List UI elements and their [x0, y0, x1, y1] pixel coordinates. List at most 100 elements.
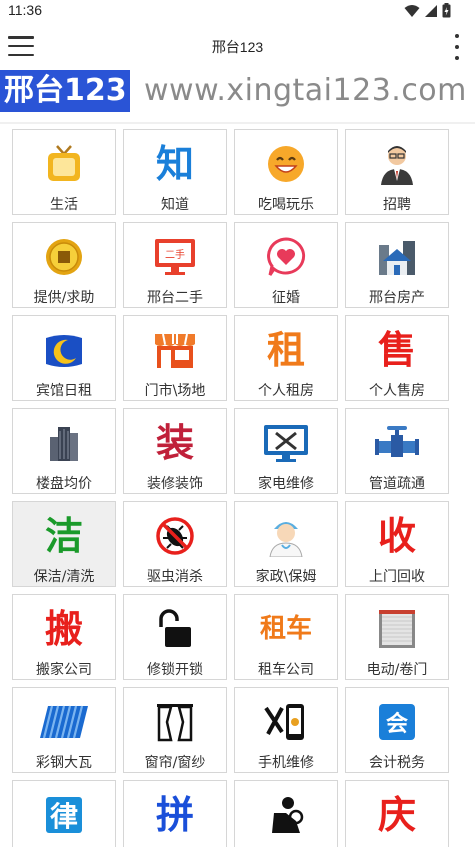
battery-icon	[442, 3, 451, 18]
category-label: 邢台房产	[369, 290, 425, 306]
category-label: 家电维修	[258, 476, 314, 492]
category-item[interactable]: 会会计税务	[345, 687, 449, 773]
category-item[interactable]: 窗帘/窗纱	[123, 687, 227, 773]
category-item[interactable]: 收上门回收	[345, 501, 449, 587]
category-label: 生活	[50, 197, 78, 213]
moon-pillow-icon	[13, 328, 115, 372]
divider	[0, 122, 475, 124]
category-item[interactable]: 驱虫消杀	[123, 501, 227, 587]
storefront-icon	[124, 328, 226, 372]
category-item[interactable]: 知知道	[123, 129, 227, 215]
category-label: 修锁开锁	[147, 662, 203, 678]
shou-recycle-glyph-icon: 收	[377, 514, 416, 558]
status-icons	[404, 3, 451, 18]
page-title: 邢台123	[211, 39, 264, 55]
signal-icon	[425, 4, 437, 17]
qing-glyph-icon: 庆	[377, 793, 416, 837]
category-item[interactable]: 洁保洁/清洗	[12, 501, 116, 587]
house-buildings-icon	[346, 235, 448, 279]
category-item[interactable]: 售个人售房	[345, 315, 449, 401]
shou-glyph-icon: 售	[377, 328, 416, 372]
category-label: 门市\场地	[144, 383, 206, 399]
category-label: 家政\保姆	[255, 569, 317, 585]
category-label: 装修装饰	[147, 476, 203, 492]
svg-text:会: 会	[386, 711, 408, 737]
category-item[interactable]: 装装修装饰	[123, 408, 227, 494]
category-label: 搬家公司	[36, 662, 92, 678]
category-label: 征婚	[272, 290, 300, 306]
category-item[interactable]: 吃喝玩乐	[234, 129, 338, 215]
category-item[interactable]: 招聘	[345, 129, 449, 215]
category-item[interactable]: 征婚	[234, 222, 338, 308]
skyscraper-icon	[13, 421, 115, 465]
monitor-tools-icon	[235, 421, 337, 465]
wifi-icon	[404, 4, 420, 17]
category-item[interactable]: 手机维修	[234, 687, 338, 773]
category-item[interactable]: 电动/卷门	[345, 594, 449, 680]
category-item[interactable]: 生活	[12, 129, 116, 215]
category-label: 个人售房	[369, 383, 425, 399]
category-label: 管道疏通	[369, 476, 425, 492]
category-item[interactable]: 管道疏通	[345, 408, 449, 494]
zuche-glyph-icon: 租车	[259, 614, 312, 644]
app-bar: 邢台123	[0, 22, 475, 70]
smile-face-icon	[235, 142, 337, 186]
category-item[interactable]: 庆婚庆礼仪	[345, 780, 449, 847]
accounting-icon: 会	[346, 700, 448, 744]
category-item[interactable]: 家政\保姆	[234, 501, 338, 587]
banner-url: www.xingtai123.com	[144, 73, 467, 108]
banner-logo: 邢台123	[0, 70, 130, 112]
zhi-glyph-icon: 知	[155, 142, 194, 186]
jie-glyph-icon: 洁	[44, 514, 83, 558]
pin-glyph-icon: 拼	[155, 793, 194, 837]
category-item[interactable]: 家电维修	[234, 408, 338, 494]
zhuang-glyph-icon: 装	[155, 421, 194, 465]
category-label: 电动/卷门	[366, 662, 428, 678]
phone-repair-icon	[235, 700, 337, 744]
zu-glyph-icon: 租	[266, 328, 305, 372]
category-item[interactable]: 修锁开锁	[123, 594, 227, 680]
category-label: 驱虫消杀	[147, 569, 203, 585]
category-label: 彩钢大瓦	[36, 755, 92, 771]
rolling-door-icon	[346, 607, 448, 651]
unlock-icon	[124, 607, 226, 651]
svg-text:二手: 二手	[165, 248, 185, 261]
svg-text:律: 律	[50, 800, 78, 833]
status-bar: 11:36	[0, 0, 475, 22]
ban-glyph-icon: 搬	[44, 607, 83, 651]
category-item[interactable]: 邢台代驾	[234, 780, 338, 847]
category-label: 个人租房	[258, 383, 314, 399]
category-item[interactable]: 二手 邢台二手	[123, 222, 227, 308]
heart-bubble-icon	[235, 235, 337, 279]
housekeeper-icon	[235, 514, 337, 558]
more-options-icon[interactable]	[453, 34, 461, 60]
category-label: 邢台二手	[147, 290, 203, 306]
gold-coin-icon	[13, 235, 115, 279]
lv-glyph-icon: 律	[13, 793, 115, 837]
category-label: 知道	[161, 197, 189, 213]
site-banner[interactable]: 邢台123 www.xingtai123.com	[0, 70, 475, 112]
category-label: 宾馆日租	[36, 383, 92, 399]
category-item[interactable]: 楼盘均价	[12, 408, 116, 494]
category-label: 保洁/清洗	[33, 569, 95, 585]
category-item[interactable]: 邢台房产	[345, 222, 449, 308]
curtain-icon	[124, 700, 226, 744]
category-item[interactable]: 彩钢大瓦	[12, 687, 116, 773]
category-label: 招聘	[383, 197, 411, 213]
category-item[interactable]: 宾馆日租	[12, 315, 116, 401]
category-label: 上门回收	[369, 569, 425, 585]
tv-icon	[13, 142, 115, 186]
driver-icon	[235, 793, 337, 837]
category-item[interactable]: 提供/求助	[12, 222, 116, 308]
category-item[interactable]: 搬搬家公司	[12, 594, 116, 680]
second-hand-monitor-icon: 二手	[124, 235, 226, 279]
category-label: 提供/求助	[33, 290, 95, 306]
category-label: 租车公司	[258, 662, 314, 678]
category-item[interactable]: 拼拼车	[123, 780, 227, 847]
category-item[interactable]: 门市\场地	[123, 315, 227, 401]
category-item[interactable]: 律邢台律师	[12, 780, 116, 847]
category-item[interactable]: 租车 租车公司	[234, 594, 338, 680]
category-label: 会计税务	[369, 755, 425, 771]
category-label: 窗帘/窗纱	[144, 755, 206, 771]
category-item[interactable]: 租个人租房	[234, 315, 338, 401]
